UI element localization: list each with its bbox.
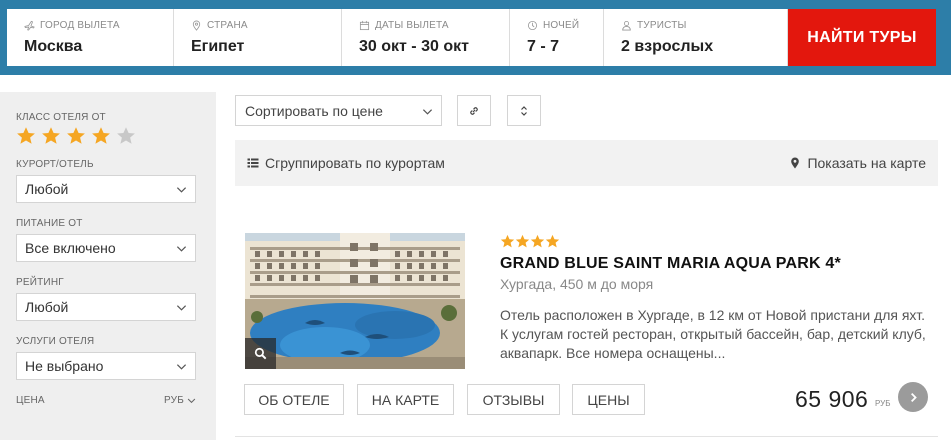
hotel-description: Отель расположен в Хургаде, в 12 км от Н… [500,307,926,361]
chevron-right-icon [910,392,917,402]
chevron-down-icon [176,364,187,370]
magnifier-icon [254,347,267,360]
copy-link-button[interactable] [457,95,491,126]
dates-value: 30 окт - 30 окт [359,38,469,55]
hotel-price: 65 906 [795,386,869,412]
go-to-hotel-button[interactable] [898,382,928,412]
chevron-down-icon [187,398,196,404]
price-currency: руб [875,399,891,408]
country-value: Египет [191,38,245,55]
meal-select-value: Все включено [25,240,116,256]
search-bar: Город вылета Москва Страна Египет Даты в… [0,0,951,75]
hotel-stars [500,234,560,249]
prices-button[interactable]: Цены [572,384,645,415]
hotel-location: Хургада, 450 м до моря [500,276,654,292]
sort-arrows-icon [521,105,527,116]
sort-select[interactable]: Сортировать по цене [235,95,442,126]
chevron-down-icon [176,246,187,252]
star-filled-icon [530,234,545,248]
find-tours-button[interactable]: Найти туры [788,9,936,66]
group-by-resort-label: Сгруппировать по курортам [265,155,445,171]
country-field[interactable]: Страна Египет [174,9,342,66]
group-by-resort-toggle[interactable]: Сгруппировать по курортам [247,155,445,171]
tourists-field[interactable]: Туристы 2 взрослых [604,9,788,66]
nights-label: Ночей [543,19,580,31]
resort-select[interactable]: Любой [16,175,196,203]
moon-icon [527,20,538,31]
hotel-image [245,233,465,369]
dates-field[interactable]: Даты вылета 30 окт - 30 окт [342,9,510,66]
meal-select[interactable]: Все включено [16,234,196,262]
show-on-map-label: Показать на карте [807,155,926,171]
services-select[interactable]: Не выбрано [16,352,196,380]
resort-filter-label: Курорт/отель [16,159,94,170]
on-map-button[interactable]: На карте [357,384,454,415]
sort-select-value: Сортировать по цене [245,103,383,119]
list-icon [247,158,259,168]
search-form: Город вылета Москва Страна Египет Даты в… [7,9,936,66]
stars-filter-label: Класс отеля от [16,112,106,123]
show-on-map-link[interactable]: Показать на карте [789,155,926,171]
stars-filter[interactable] [16,126,216,146]
star-filled-icon [92,127,110,144]
star-filled-icon [42,127,60,144]
resort-select-value: Любой [25,181,69,197]
currency-toggle[interactable]: руб [164,395,196,406]
nights-field[interactable]: Ночей 7 - 7 [510,9,604,66]
star-filled-icon [545,234,560,248]
meal-filter-label: Питание от [16,218,83,229]
map-pin-icon [791,157,800,169]
rating-filter-label: Рейтинг [16,277,64,288]
about-hotel-button[interactable]: Об отеле [244,384,344,415]
nights-value: 7 - 7 [527,38,560,55]
star-filled-icon [67,127,85,144]
departure-city-field[interactable]: Город вылета Москва [7,9,174,66]
zoom-photo-button[interactable] [245,338,276,369]
price-filter-label: Цена [16,395,45,406]
reviews-button[interactable]: Отзывы [467,384,560,415]
departure-city-label: Город вылета [40,19,120,31]
chevron-down-icon [176,187,187,193]
services-select-value: Не выбрано [25,358,104,374]
star-empty-icon [117,127,135,144]
rating-select[interactable]: Любой [16,293,196,321]
filters-sidebar: Класс отеля от Курорт/отель Любой Питани… [0,92,216,440]
sort-order-button[interactable] [507,95,541,126]
chevron-down-icon [176,305,187,311]
services-filter-label: Услуги отеля [16,336,95,347]
country-label: Страна [207,19,248,31]
results-toolbar: Сгруппировать по курортам Показать на ка… [235,140,938,186]
location-pin-icon [191,20,202,31]
hotel-photo[interactable] [245,233,465,369]
rating-select-value: Любой [25,299,69,315]
departure-city-value: Москва [24,38,83,55]
tourists-value: 2 взрослых [621,38,714,55]
person-icon [621,20,632,31]
price-filter-header: Цена руб [16,395,196,406]
star-filled-icon [17,127,35,144]
link-icon [470,106,478,115]
dates-label: Даты вылета [375,19,449,31]
card-divider [235,436,938,437]
star-filled-icon [515,234,530,248]
calendar-icon [359,20,370,31]
plane-icon [24,20,35,31]
chevron-down-icon [422,109,433,115]
hotel-name[interactable]: GRAND BLUE SAINT MARIA AQUA PARK 4* [500,255,841,273]
currency-label: руб [164,395,184,406]
star-filled-icon [500,234,515,248]
tourists-label: Туристы [637,19,687,31]
